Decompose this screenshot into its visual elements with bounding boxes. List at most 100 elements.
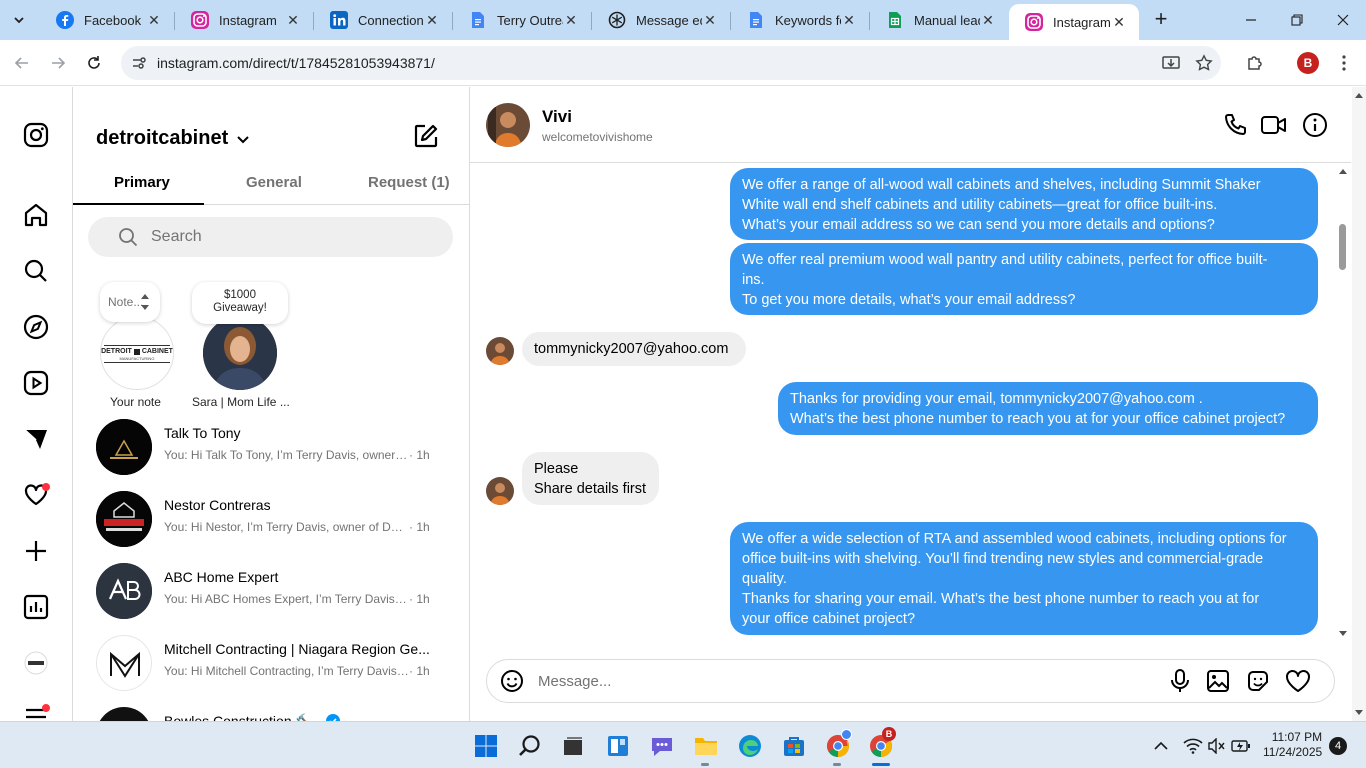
message-incoming[interactable]: Please Share details first xyxy=(522,452,659,505)
close-icon[interactable]: ✕ xyxy=(702,12,718,28)
thread-item[interactable]: ABC Home Expert You: Hi ABC Homes Expert… xyxy=(73,561,469,633)
search-input[interactable]: Search xyxy=(88,217,453,257)
tab-connections[interactable]: Connections ✕ xyxy=(314,0,452,40)
message-outgoing[interactable]: We offer a range of all-wood wall cabine… xyxy=(730,168,1318,240)
message-scrollbar[interactable] xyxy=(1336,166,1350,636)
your-note-bubble[interactable]: Note... xyxy=(100,282,160,322)
start-button[interactable] xyxy=(471,731,501,761)
system-clock[interactable]: 11:07 PM 11/24/2025 xyxy=(1263,730,1322,760)
like-heart-button[interactable] xyxy=(1285,668,1311,694)
close-icon[interactable]: ✕ xyxy=(285,12,301,28)
reels-icon[interactable] xyxy=(22,369,50,397)
contact-name[interactable]: Vivi xyxy=(542,107,572,127)
restore-button[interactable] xyxy=(1274,0,1320,40)
close-icon[interactable]: ✕ xyxy=(980,12,996,28)
tab-message-editor[interactable]: Message edi ✕ xyxy=(592,0,730,40)
video-call-button[interactable] xyxy=(1260,111,1288,139)
site-info-icon[interactable] xyxy=(129,53,149,73)
profile-avatar-icon[interactable] xyxy=(22,649,50,677)
chat-app-button[interactable] xyxy=(647,731,677,761)
close-icon[interactable]: ✕ xyxy=(563,12,579,28)
message-incoming[interactable]: tommynicky2007@yahoo.com xyxy=(522,332,746,366)
home-icon[interactable] xyxy=(22,201,50,229)
thread-item[interactable]: Mitchell Contracting | Niagara Region Ge… xyxy=(73,633,469,705)
chatgpt-icon xyxy=(608,11,626,29)
messages-icon[interactable] xyxy=(22,425,50,453)
scroll-thumb[interactable] xyxy=(1339,224,1346,270)
close-icon[interactable]: ✕ xyxy=(424,12,440,28)
thread-item[interactable]: Bowles Construction 🔨 xyxy=(73,705,469,721)
create-plus-icon[interactable] xyxy=(22,537,50,565)
chrome-menu-button[interactable] xyxy=(1329,48,1359,78)
reload-button[interactable] xyxy=(79,48,109,78)
widgets-icon xyxy=(608,736,628,756)
message-input[interactable]: Message... xyxy=(486,659,1335,703)
send-photo-button[interactable] xyxy=(1205,668,1231,694)
taskbar-search-button[interactable] xyxy=(515,731,545,761)
linkedin-icon xyxy=(330,11,348,29)
tab-facebook[interactable]: Facebook ✕ xyxy=(40,0,174,40)
close-icon[interactable]: ✕ xyxy=(146,12,162,28)
microphone-icon xyxy=(1171,669,1189,692)
tab-terry-outreach[interactable]: Terry Outrea ✕ xyxy=(453,0,591,40)
sticker-button[interactable] xyxy=(1245,668,1271,694)
voice-message-button[interactable] xyxy=(1167,668,1193,694)
facebook-icon xyxy=(56,11,74,29)
extensions-button[interactable] xyxy=(1240,48,1270,78)
instagram-logo-icon[interactable] xyxy=(22,121,50,149)
task-view-button[interactable] xyxy=(558,731,588,761)
chrome-button-1[interactable] xyxy=(823,729,853,761)
tab-primary[interactable]: Primary xyxy=(114,174,170,191)
thread-item[interactable]: Nestor Contreras You: Hi Nestor, I’m Ter… xyxy=(73,489,469,561)
edge-button[interactable] xyxy=(735,731,765,761)
search-icon[interactable] xyxy=(22,257,50,285)
minimize-button[interactable] xyxy=(1228,0,1274,40)
close-window-button[interactable] xyxy=(1320,0,1366,40)
thread-item[interactable]: Talk To Tony You: Hi Talk To Tony, I’m T… xyxy=(73,417,469,489)
thread-avatar xyxy=(96,635,152,691)
sticker-icon xyxy=(1248,671,1268,691)
conversation-info-button[interactable] xyxy=(1301,111,1329,139)
audio-call-button[interactable] xyxy=(1221,111,1249,139)
explore-compass-icon[interactable] xyxy=(22,313,50,341)
back-button[interactable] xyxy=(7,48,37,78)
widgets-button[interactable] xyxy=(603,731,633,761)
profile-avatar[interactable]: B xyxy=(1297,52,1319,74)
battery-status[interactable] xyxy=(1226,731,1256,761)
emoji-button[interactable] xyxy=(499,668,525,694)
close-icon[interactable]: ✕ xyxy=(841,12,857,28)
sara-note-bubble[interactable]: $1000 Giveaway! xyxy=(192,282,288,324)
message-list: We offer a range of all-wood wall cabine… xyxy=(470,163,1351,643)
chevron-up-icon xyxy=(1154,741,1168,750)
tab-general[interactable]: General xyxy=(246,174,302,191)
hidden-icons-button[interactable] xyxy=(1146,731,1176,761)
new-message-button[interactable] xyxy=(413,123,439,149)
chrome-button-2[interactable]: B xyxy=(866,727,896,761)
close-icon[interactable]: ✕ xyxy=(1111,14,1127,30)
message-outgoing[interactable]: Thanks for providing your email, tommyni… xyxy=(778,382,1318,435)
file-explorer-button[interactable] xyxy=(691,731,721,761)
notification-count-badge[interactable]: 4 xyxy=(1329,737,1347,755)
bookmark-star-icon[interactable] xyxy=(1194,53,1214,73)
thread-name: Mitchell Contracting | Niagara Region Ge… xyxy=(164,641,430,657)
tab-search-button[interactable] xyxy=(6,8,32,32)
page-scrollbar[interactable] xyxy=(1352,87,1366,721)
tab-instagram[interactable]: Instagram ✕ xyxy=(175,0,313,40)
your-note-avatar[interactable]: DETROIT CABINET MANUFACTURING xyxy=(100,316,174,390)
forward-button[interactable] xyxy=(43,48,73,78)
message-outgoing[interactable]: We offer real premium wood wall pantry a… xyxy=(730,243,1318,315)
store-button[interactable] xyxy=(779,731,809,761)
address-bar[interactable]: instagram.com/direct/t/17845281053943871… xyxy=(121,46,1221,80)
account-switcher[interactable]: detroitcabinet xyxy=(96,127,250,150)
message-outgoing[interactable]: We offer a wide selection of RTA and ass… xyxy=(730,522,1318,635)
install-app-icon[interactable] xyxy=(1161,53,1181,73)
tab-instagram-active[interactable]: Instagram • ✕ xyxy=(1009,4,1139,40)
notifications-heart-icon[interactable] xyxy=(22,481,50,509)
contact-avatar[interactable] xyxy=(486,103,530,147)
dashboard-icon[interactable] xyxy=(22,593,50,621)
tab-requests[interactable]: Request (1) xyxy=(368,174,450,191)
new-tab-button[interactable]: + xyxy=(1148,8,1174,32)
tab-keywords[interactable]: Keywords fo ✕ xyxy=(731,0,869,40)
story-avatar-sara[interactable] xyxy=(203,316,277,390)
tab-manual-leads[interactable]: Manual lead ✕ xyxy=(870,0,1008,40)
